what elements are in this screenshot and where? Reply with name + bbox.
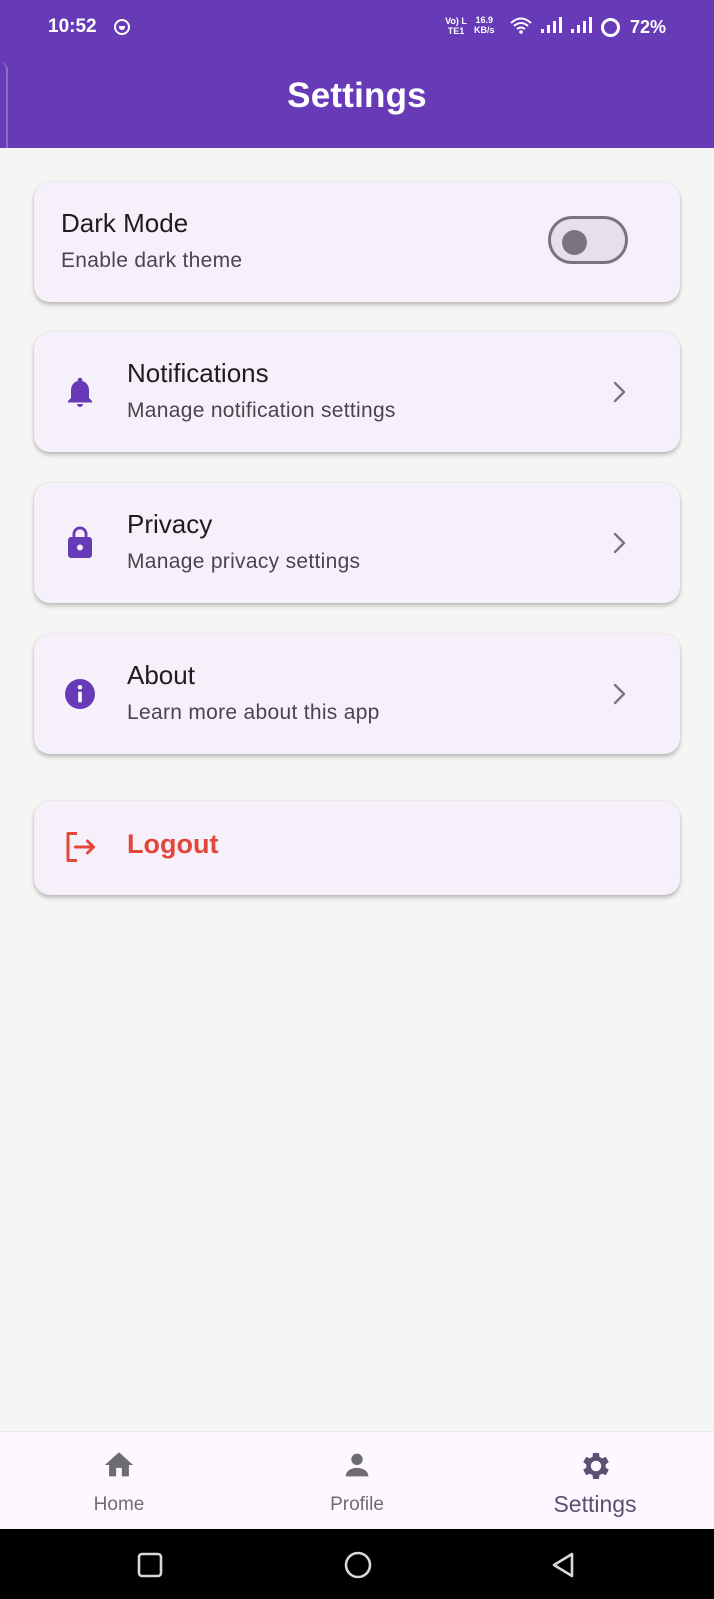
battery-level: 72% xyxy=(630,17,667,37)
system-navigation-bar xyxy=(0,1529,714,1599)
nav-item-settings[interactable]: Settings xyxy=(476,1432,714,1530)
chevron-right-icon xyxy=(613,381,626,403)
network-speed-value: 16.9 xyxy=(475,15,494,25)
toggle-knob xyxy=(562,230,587,255)
privacy-title: Privacy xyxy=(127,509,213,539)
notifications-subtitle: Manage notification settings xyxy=(127,399,396,422)
network-speed-unit: KB/s xyxy=(474,25,495,35)
app-bar: 10:52 Vo) LTE1 16.9 KB/s 72% Settings xyxy=(0,0,714,148)
status-time: 10:52 xyxy=(48,16,97,37)
dark-mode-toggle[interactable] xyxy=(548,216,628,264)
notification-status-icon xyxy=(114,19,130,35)
gear-icon xyxy=(583,1452,609,1480)
nav-item-profile[interactable]: Profile xyxy=(238,1432,476,1530)
home-button-icon[interactable] xyxy=(343,1550,373,1580)
person-icon xyxy=(345,1453,369,1477)
nav-label-profile: Profile xyxy=(330,1494,384,1515)
logout-button[interactable]: Logout xyxy=(34,801,680,895)
recents-icon[interactable] xyxy=(137,1552,163,1578)
dark-mode-title: Dark Mode xyxy=(61,208,189,238)
about-card[interactable]: About Learn more about this app xyxy=(34,634,680,754)
bell-icon xyxy=(68,377,92,407)
nav-item-home[interactable]: Home xyxy=(0,1432,238,1530)
home-icon xyxy=(104,1452,134,1477)
notifications-card[interactable]: Notifications Manage notification settin… xyxy=(34,332,680,452)
bottom-navigation: Home Profile Settings xyxy=(0,1431,714,1530)
chevron-right-icon xyxy=(613,532,626,554)
nav-label-settings: Settings xyxy=(553,1491,637,1517)
signal-icon-sim2 xyxy=(571,17,592,33)
volte-label: Vo) LTE1 xyxy=(445,16,467,36)
page-title: Settings xyxy=(287,76,427,115)
network-speed: 16.9 KB/s xyxy=(474,15,495,35)
back-icon[interactable] xyxy=(550,1551,576,1579)
logout-label: Logout xyxy=(127,829,219,859)
about-title: About xyxy=(127,660,195,690)
dark-mode-card: Dark Mode Enable dark theme xyxy=(34,182,680,302)
lock-icon xyxy=(68,526,92,558)
signal-icon-sim1 xyxy=(541,17,562,33)
notifications-title: Notifications xyxy=(127,358,269,388)
dark-mode-subtitle: Enable dark theme xyxy=(61,249,243,272)
logout-icon xyxy=(66,832,95,862)
chevron-right-icon xyxy=(613,683,626,705)
info-icon xyxy=(65,679,95,709)
nav-label-home: Home xyxy=(93,1494,145,1515)
privacy-card[interactable]: Privacy Manage privacy settings xyxy=(34,483,680,603)
battery-icon xyxy=(601,18,620,37)
wifi-icon xyxy=(510,17,532,34)
privacy-subtitle: Manage privacy settings xyxy=(127,550,361,573)
volte-indicator: Vo) LTE1 xyxy=(444,16,468,36)
about-subtitle: Learn more about this app xyxy=(127,701,380,724)
